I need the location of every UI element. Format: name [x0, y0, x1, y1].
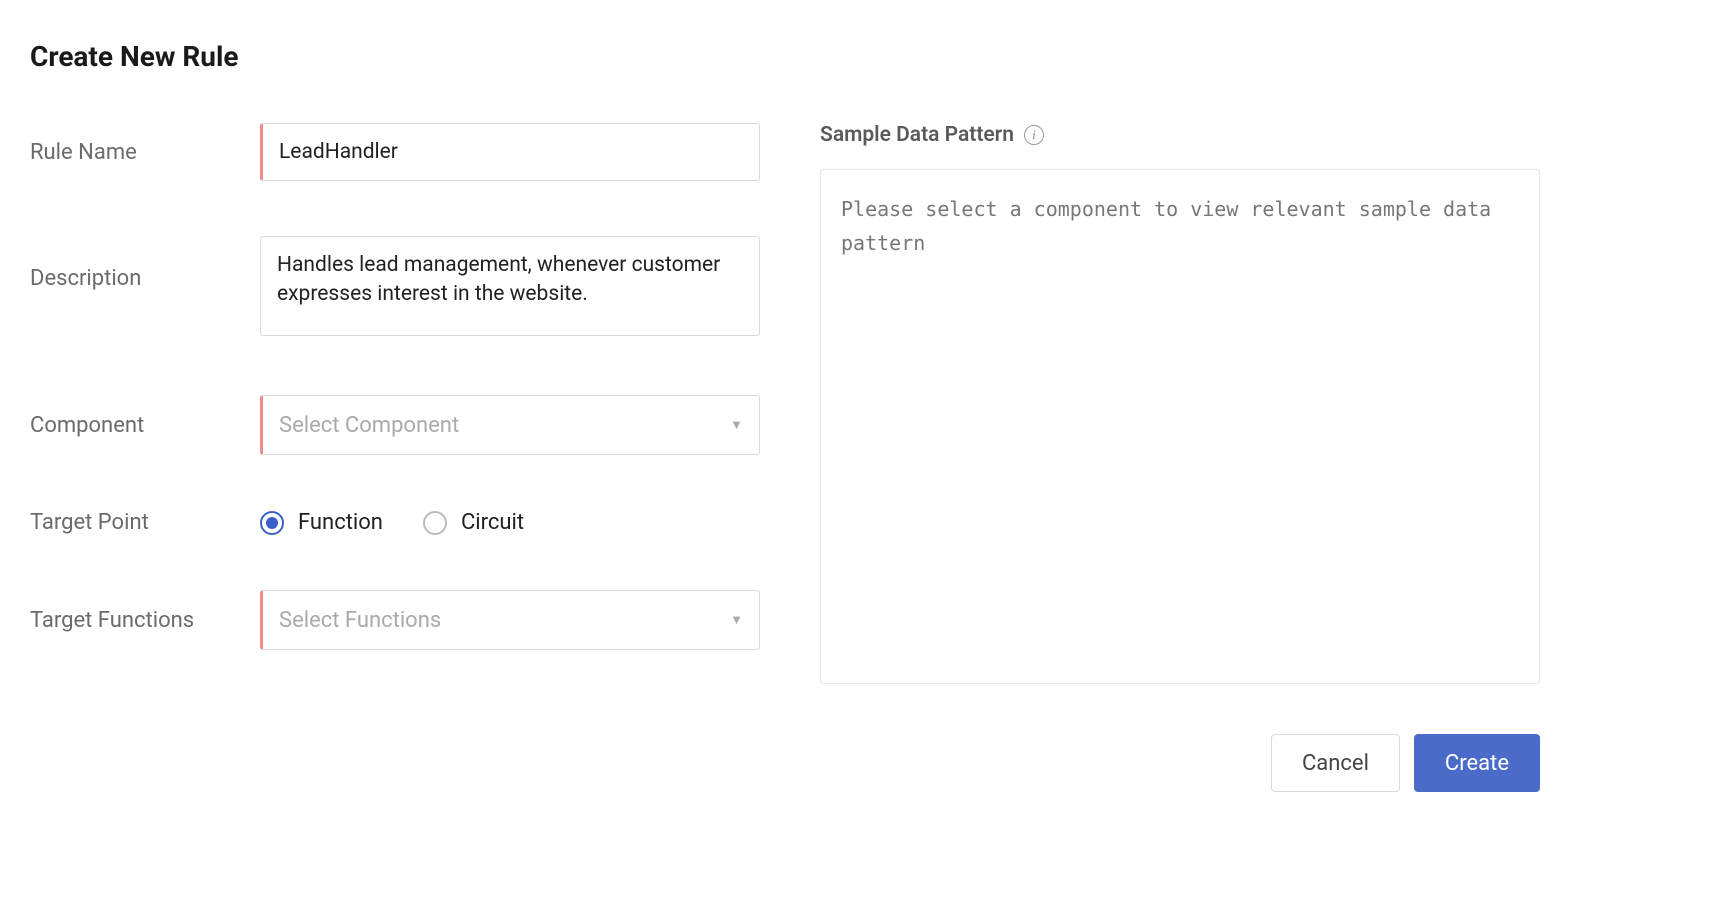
target-point-circuit-label: Circuit	[461, 510, 524, 535]
target-point-circuit-radio[interactable]: Circuit	[423, 510, 524, 535]
component-row: Component Select Component ▼	[30, 395, 760, 455]
target-point-row: Target Point Function Circuit	[30, 510, 760, 535]
radio-unselected-icon	[423, 511, 447, 535]
target-point-function-radio[interactable]: Function	[260, 510, 383, 535]
sample-data-box: Please select a component to view releva…	[820, 169, 1540, 684]
component-control: Select Component ▼	[260, 395, 760, 455]
content-container: Rule Name Description Component Select C…	[30, 123, 1698, 792]
target-point-radio-group: Function Circuit	[260, 510, 760, 535]
sample-data-title: Sample Data Pattern	[820, 123, 1014, 147]
component-placeholder: Select Component	[279, 413, 459, 438]
description-label: Description	[30, 236, 260, 291]
target-functions-label: Target Functions	[30, 608, 260, 633]
description-input[interactable]	[260, 236, 760, 336]
rule-name-control	[260, 123, 760, 181]
target-point-control: Function Circuit	[260, 510, 760, 535]
rule-name-label: Rule Name	[30, 140, 260, 165]
cancel-button[interactable]: Cancel	[1271, 734, 1400, 792]
rule-name-row: Rule Name	[30, 123, 760, 181]
form-column: Rule Name Description Component Select C…	[30, 123, 760, 650]
info-icon[interactable]: i	[1024, 125, 1044, 145]
target-point-label: Target Point	[30, 510, 260, 535]
sample-column: Sample Data Pattern i Please select a co…	[820, 123, 1540, 684]
target-functions-row: Target Functions Select Functions ▼	[30, 590, 760, 650]
rule-name-input[interactable]	[260, 123, 760, 181]
target-functions-placeholder: Select Functions	[279, 608, 441, 633]
component-label: Component	[30, 413, 260, 438]
radio-selected-icon	[260, 511, 284, 535]
sample-header: Sample Data Pattern i	[820, 123, 1540, 147]
description-control	[260, 236, 760, 340]
right-column: Sample Data Pattern i Please select a co…	[820, 123, 1540, 792]
caret-down-icon: ▼	[730, 417, 743, 433]
target-point-function-label: Function	[298, 510, 383, 535]
target-functions-select[interactable]: Select Functions ▼	[260, 590, 760, 650]
target-functions-control: Select Functions ▼	[260, 590, 760, 650]
create-button[interactable]: Create	[1414, 734, 1540, 792]
component-select[interactable]: Select Component ▼	[260, 395, 760, 455]
radio-dot-icon	[266, 517, 278, 529]
caret-down-icon: ▼	[730, 612, 743, 628]
description-row: Description	[30, 236, 760, 340]
button-row: Cancel Create	[820, 734, 1540, 792]
page-title: Create New Rule	[30, 40, 1698, 73]
